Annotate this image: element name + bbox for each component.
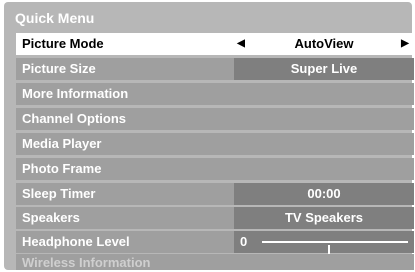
quick-menu-panel: Quick Menu Picture Mode ◀ AutoView ▶ Pic… xyxy=(4,2,414,270)
menu-item-label: Picture Size xyxy=(22,61,96,76)
headphone-level-number: 0 xyxy=(240,234,248,249)
menu-item-label: Channel Options xyxy=(22,111,126,126)
arrow-right-icon[interactable]: ▶ xyxy=(398,33,412,55)
menu-item-headphone-level[interactable]: Headphone Level 0 xyxy=(16,231,414,259)
menu-item-label: Media Player xyxy=(22,136,102,151)
menu-item-speakers[interactable]: Speakers TV Speakers xyxy=(16,207,414,229)
headphone-level-slider[interactable]: 0 xyxy=(234,231,414,259)
menu-item-picture-mode[interactable]: Picture Mode ◀ AutoView ▶ xyxy=(16,33,414,55)
menu-title: Quick Menu xyxy=(15,10,95,26)
menu-item-more-information[interactable]: More Information xyxy=(16,83,414,105)
menu-item-label: Sleep Timer xyxy=(22,186,96,201)
menu-item-label: Photo Frame xyxy=(22,161,102,176)
menu-item-photo-frame[interactable]: Photo Frame xyxy=(16,158,414,180)
picture-mode-value: AutoView xyxy=(294,36,354,51)
menu-item-label: Wireless Information xyxy=(22,255,151,270)
picture-mode-value-box[interactable]: ◀ AutoView ▶ xyxy=(234,33,414,55)
sleep-timer-value: 00:00 xyxy=(234,183,414,205)
menu-item-label: More Information xyxy=(22,86,129,101)
menu-item-label: Picture Mode xyxy=(22,36,104,51)
menu-item-media-player[interactable]: Media Player xyxy=(16,133,414,155)
menu-item-label: Headphone Level xyxy=(22,234,130,249)
slider-track[interactable] xyxy=(262,241,408,259)
menu-item-wireless-information: Wireless Information xyxy=(16,254,414,270)
menu-item-channel-options[interactable]: Channel Options xyxy=(16,108,414,130)
speakers-value: TV Speakers xyxy=(234,207,414,229)
menu-item-picture-size[interactable]: Picture Size Super Live xyxy=(16,58,414,80)
menu-item-sleep-timer[interactable]: Sleep Timer 00:00 xyxy=(16,183,414,205)
arrow-left-icon[interactable]: ◀ xyxy=(234,33,248,55)
menu-item-label: Speakers xyxy=(22,210,80,225)
picture-size-value: Super Live xyxy=(234,58,414,80)
